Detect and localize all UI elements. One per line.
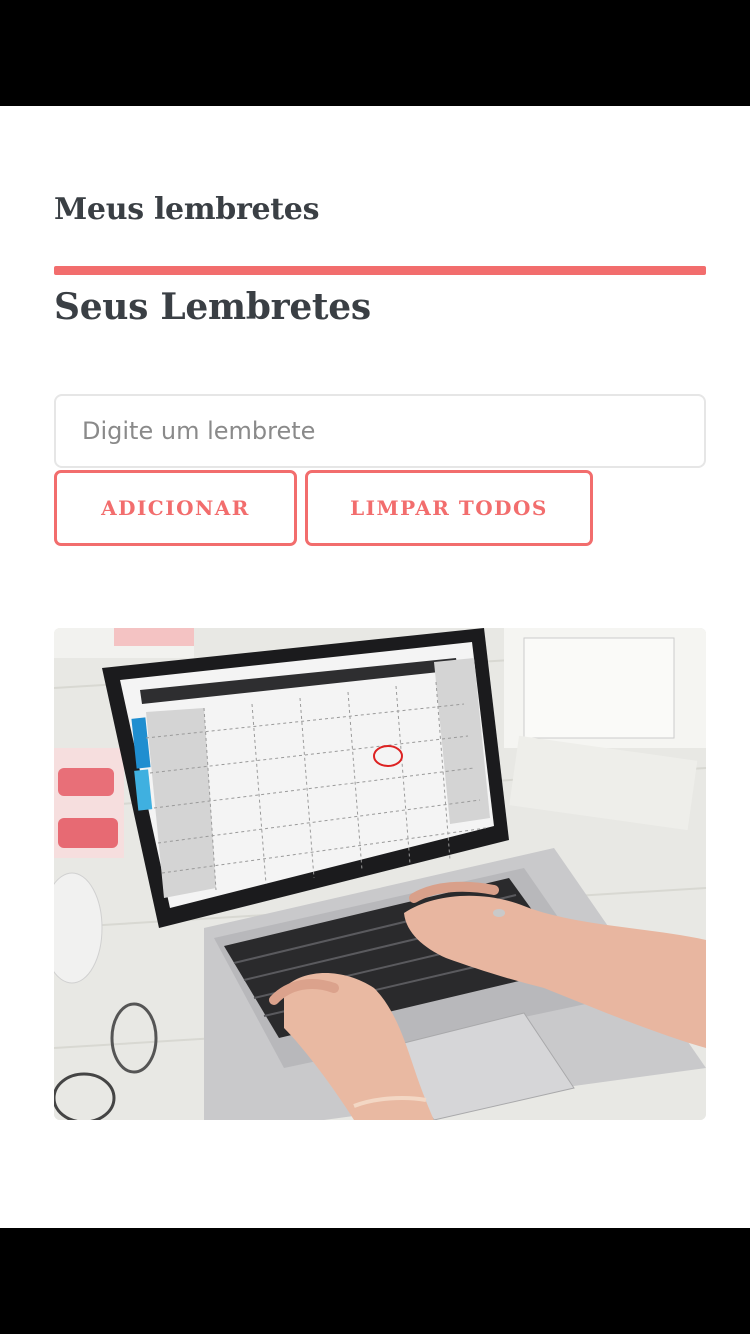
app-title: Meus lembretes xyxy=(54,192,320,227)
app-screen: Meus lembretes Seus Lembretes ADICIONAR … xyxy=(0,106,750,1228)
laptop-calendar-photo xyxy=(54,628,706,1120)
clear-all-button[interactable]: LIMPAR TODOS xyxy=(305,470,593,546)
section-title: Seus Lembretes xyxy=(54,286,371,328)
navigation-bar xyxy=(0,1228,750,1334)
status-bar xyxy=(0,0,750,106)
reminder-input[interactable] xyxy=(54,394,706,468)
accent-divider xyxy=(54,266,706,275)
add-button[interactable]: ADICIONAR xyxy=(54,470,297,546)
